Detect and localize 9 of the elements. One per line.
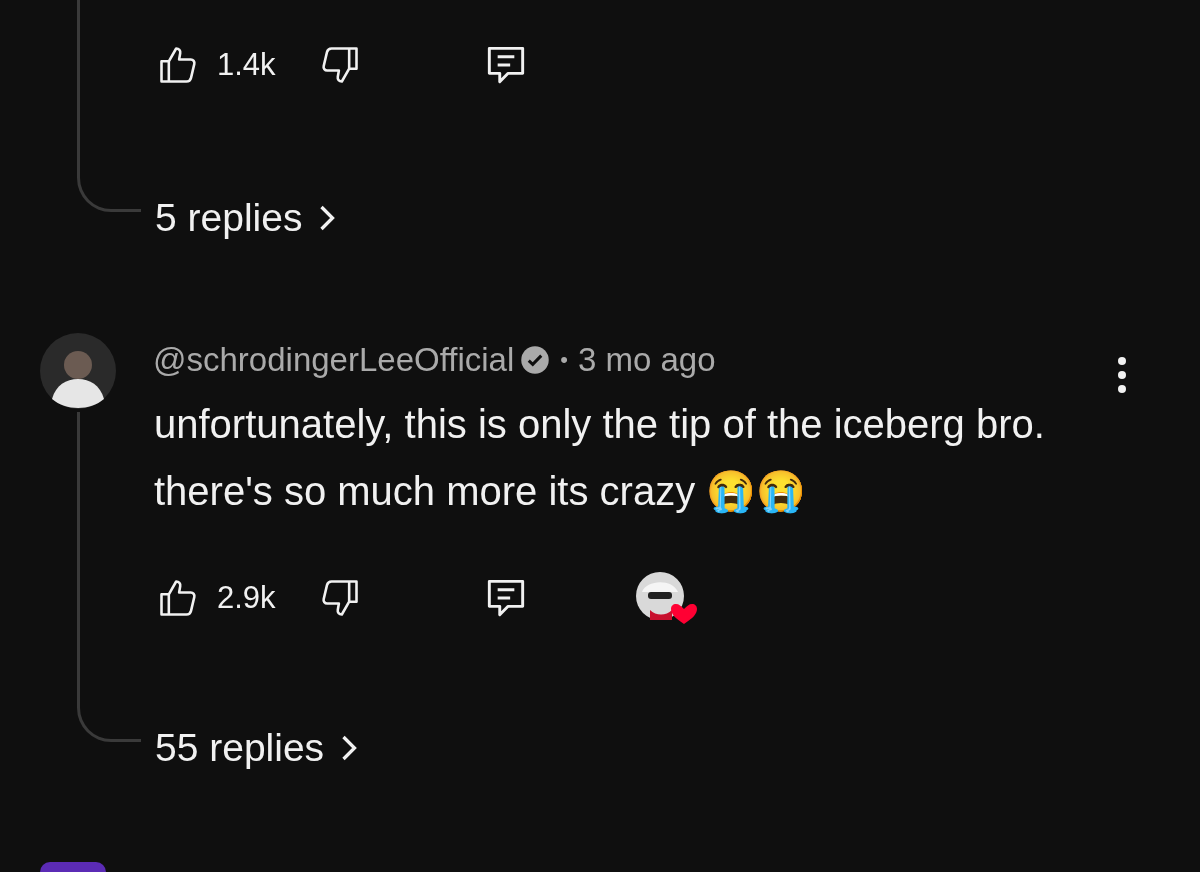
replies-link[interactable]: 5 replies xyxy=(155,196,339,240)
like-count: 2.9k xyxy=(217,578,277,617)
channel-handle[interactable]: @schrodingerLeeOfficial xyxy=(153,338,515,382)
comment-text: unfortunately, this is only the tip of the iceberg bro. there's so much more its crazy 😭😭 xyxy=(154,401,1046,516)
replies-link[interactable]: 55 replies xyxy=(155,726,361,770)
avatar[interactable] xyxy=(40,333,116,409)
comment-time: 3 mo ago xyxy=(577,340,716,380)
like-count: 1.4k xyxy=(217,45,277,84)
separator-dot: • xyxy=(560,346,568,374)
